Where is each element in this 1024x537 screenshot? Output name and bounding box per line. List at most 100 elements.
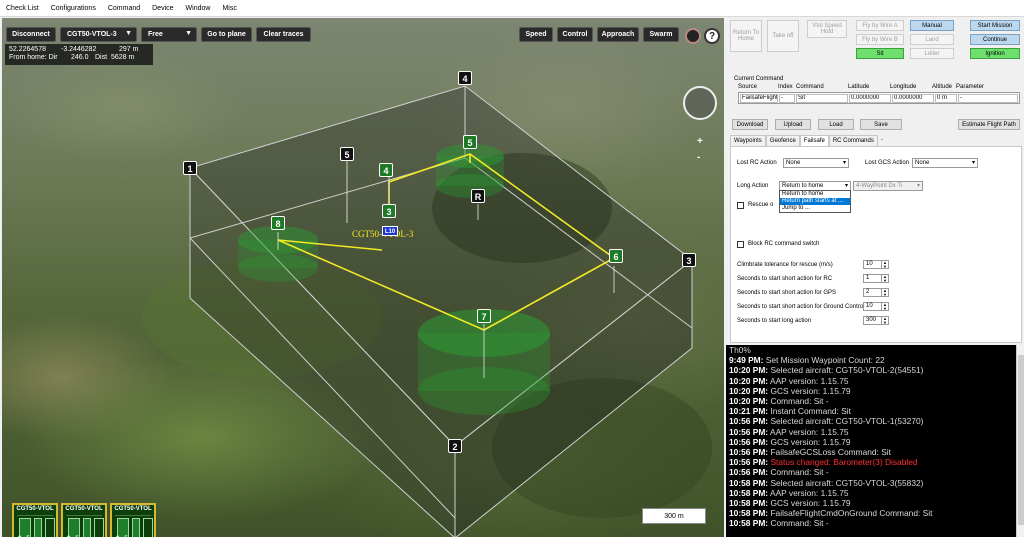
menu-device[interactable]: Device — [146, 0, 179, 17]
log-time: 10:20 PM: — [729, 375, 769, 386]
menu-misc[interactable]: Misc — [216, 0, 242, 17]
tab-failsafe[interactable]: Failsafe — [799, 135, 829, 146]
load-button[interactable]: Load — [818, 119, 854, 130]
long-action-value: Return to home — [782, 183, 824, 189]
ignition-button[interactable]: Ignition — [970, 48, 1020, 59]
sit-button[interactable]: Sit — [856, 48, 904, 59]
current-command-row: FailsafeFlightC - Sit 0.0000000 0.000000… — [738, 92, 1020, 104]
menu-command[interactable]: Command — [102, 0, 146, 17]
goto-plane-button[interactable]: Go to plane — [201, 27, 252, 42]
option-jump-to[interactable]: Jump to ... — [780, 205, 850, 212]
menu-window[interactable]: Window — [180, 0, 217, 17]
long-action-dropdown[interactable]: Return to home Return path starts at ...… — [779, 190, 851, 213]
waypoint-marker-8[interactable]: 8 — [271, 216, 285, 230]
estimate-flight-path-button[interactable]: Estimate Flight Path — [958, 119, 1020, 130]
cell-longitude: 0.0000000 — [892, 94, 934, 103]
zoom-in-icon[interactable]: + — [697, 136, 703, 147]
speed-button[interactable]: Speed — [519, 27, 553, 42]
aircraft-select[interactable]: CGT50-VTOL-3 ▼ — [60, 27, 137, 42]
param-input[interactable]: 2 ▲ ▼ — [863, 288, 889, 297]
compass-icon[interactable] — [683, 86, 717, 120]
menu-configurations[interactable]: Configurations — [45, 0, 102, 17]
save-button[interactable]: Save — [860, 119, 902, 130]
map-view[interactable]: Disconnect CGT50-VTOL-3 ▼ Free ▼ Go to pla… — [2, 18, 724, 537]
col-source: Source — [738, 84, 758, 90]
waypoint-marker-6[interactable]: 6 — [609, 249, 623, 263]
log-message: FailsafeFlightCmdOnGround Command: Sit — [770, 508, 933, 519]
log-line: 10:20 PM: Selected aircraft: CGT50-VTOL-… — [726, 365, 1024, 375]
block-rc-checkbox[interactable] — [737, 241, 744, 248]
land-button[interactable]: Land — [910, 34, 954, 45]
current-command-title: Current Command — [734, 76, 784, 82]
return-home-button[interactable]: Return To Home — [730, 20, 762, 52]
tab-geofence[interactable]: Geofence — [765, 135, 800, 146]
geofence-marker-1[interactable]: 1 — [183, 161, 197, 175]
fly-wire-a-button[interactable]: Fly by Wire A — [856, 20, 904, 31]
cell-latitude: 0.0000000 — [849, 94, 891, 103]
geofence-marker-4[interactable]: 4 — [458, 71, 472, 85]
param-input[interactable]: 300 ▲ ▼ — [863, 316, 889, 325]
option-return-path[interactable]: Return path starts at ... — [780, 198, 850, 205]
spinner-icon[interactable]: ▲ ▼ — [881, 303, 888, 311]
disconnect-button[interactable]: Disconnect — [6, 27, 56, 42]
geofence-marker-R[interactable]: R — [471, 189, 485, 203]
geofence-marker-5[interactable]: 5 — [340, 147, 354, 161]
param-label: Seconds to start short action for GPS — [737, 290, 837, 296]
param-input[interactable]: 10 ▲ ▼ — [863, 260, 889, 269]
log-line: 10:20 PM: GCS version: 1.15.79 — [726, 386, 1024, 396]
lost-gcs-select[interactable]: None ▾ — [912, 158, 978, 168]
geofence-marker-2[interactable]: 2 — [448, 439, 462, 453]
waypoint-marker-4[interactable]: 4 — [379, 163, 393, 177]
tab-more[interactable]: - — [878, 135, 886, 146]
vtol-speed-hold-button[interactable]: Vtol Speed Hold — [807, 20, 847, 38]
download-button[interactable]: Download — [732, 119, 768, 130]
aircraft-tag[interactable]: L10 — [382, 226, 398, 236]
control-button[interactable]: Control — [557, 27, 593, 42]
swarm-button[interactable]: Swarm — [643, 27, 679, 42]
log-line: 10:56 PM: Command: Sit - — [726, 467, 1024, 477]
log-message: Set Mission Waypoint Count: 22 — [765, 355, 885, 366]
help-icon[interactable]: ? — [704, 28, 720, 44]
view-mode-select[interactable]: Free ▼ — [141, 27, 197, 42]
log-line: 10:20 PM: AAP version: 1.15.75 — [726, 376, 1024, 386]
geofence-marker-3[interactable]: 3 — [682, 253, 696, 267]
gear-icon[interactable] — [685, 28, 701, 44]
spinner-icon[interactable]: ▲ ▼ — [881, 261, 888, 269]
log-scrollbar[interactable] — [1016, 345, 1024, 537]
waypoint-marker-3[interactable]: 3 — [382, 204, 396, 218]
menu-check-list[interactable]: Check List — [0, 0, 45, 17]
log-time: 10:58 PM: — [729, 498, 769, 509]
fly-wire-b-button[interactable]: Fly by Wire B — [856, 34, 904, 45]
tab-waypoints[interactable]: Waypoints — [730, 135, 766, 146]
aircraft-panel-1[interactable]: CGT50-VTOL 0 5 — [12, 503, 58, 537]
waypoint-marker-5[interactable]: 5 — [463, 135, 477, 149]
col-longitude: Longitude — [890, 84, 917, 90]
view-mode-value: Free — [148, 31, 163, 38]
altitude-value: 297 m — [119, 46, 139, 53]
spinner-icon[interactable]: ▲ ▼ — [881, 317, 888, 325]
log-time: 10:56 PM: — [729, 467, 769, 478]
approach-button[interactable]: Approach — [597, 27, 639, 42]
spinner-icon[interactable]: ▲ ▼ — [881, 275, 888, 283]
zoom-out-icon[interactable]: - — [697, 152, 700, 163]
param-input[interactable]: 1 ▲ ▼ — [863, 274, 889, 283]
aircraft-panel-3[interactable]: CGT50-VTOL 0 5 — [110, 503, 156, 537]
upload-button[interactable]: Upload — [775, 119, 811, 130]
loiter-button[interactable]: Loiter — [910, 48, 954, 59]
waypoint-marker-7[interactable]: 7 — [477, 309, 491, 323]
spinner-icon[interactable]: ▲ ▼ — [881, 289, 888, 297]
option-return-home[interactable]: Return to home — [780, 191, 850, 198]
start-mission-button[interactable]: Start Mission — [970, 20, 1020, 31]
take-off-button[interactable]: Take off — [767, 20, 799, 52]
aircraft-panel-2[interactable]: CGT50-VTOL 0 5 — [61, 503, 107, 537]
tab-rc-commands[interactable]: RC Commands — [828, 135, 878, 146]
clear-traces-button[interactable]: Clear traces — [256, 27, 311, 42]
lost-rc-select[interactable]: None ▾ — [783, 158, 849, 168]
aircraft-gauges — [66, 515, 104, 537]
manual-button[interactable]: Manual — [910, 20, 954, 31]
param-input[interactable]: 10 ▲ ▼ — [863, 302, 889, 311]
control-panel: Return To Home Take off Vtol Speed Hold … — [726, 18, 1024, 345]
continue-button[interactable]: Continue — [970, 34, 1020, 45]
log-time: 10:56 PM: — [729, 426, 769, 437]
rescue-checkbox[interactable] — [737, 202, 744, 209]
